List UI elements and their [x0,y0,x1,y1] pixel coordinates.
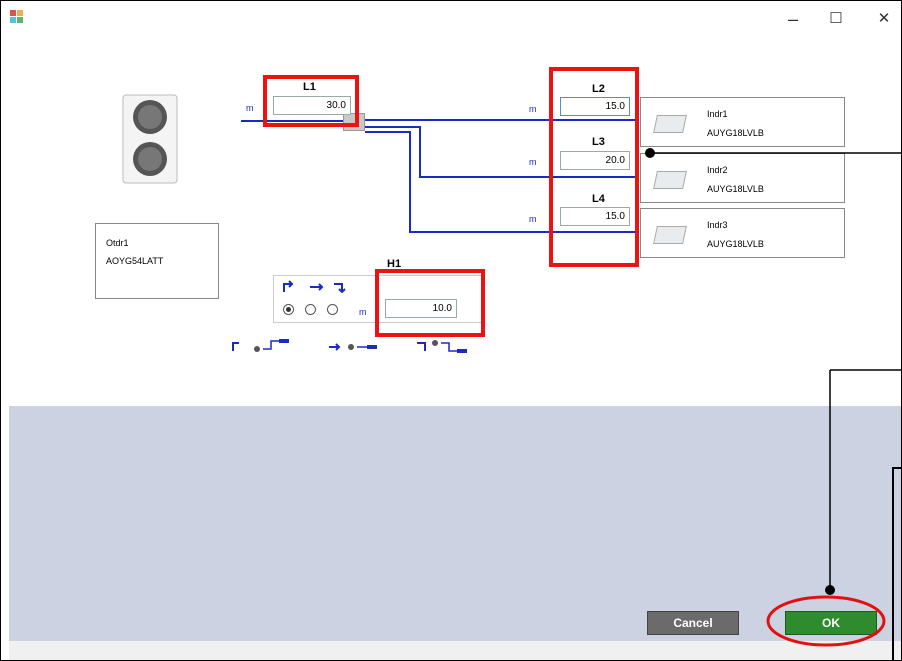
callout-overlay [645,148,902,660]
callout-frame-edge [892,467,902,660]
callout-dot-l3 [645,148,655,158]
ok-highlight-ellipse [766,595,886,647]
callout-dot-ok [825,585,835,595]
